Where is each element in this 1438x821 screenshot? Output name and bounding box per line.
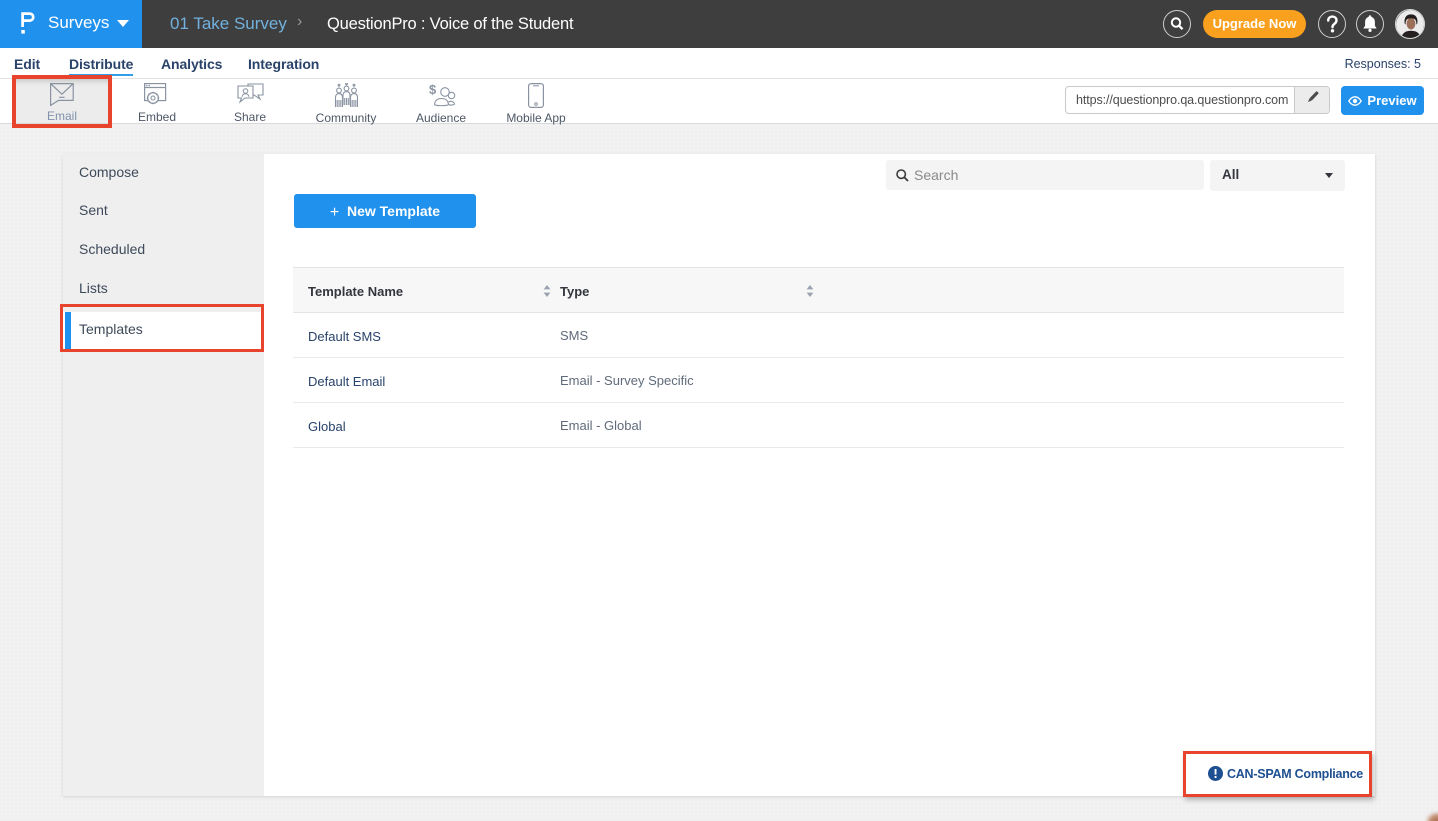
- svg-text:$: $: [429, 83, 437, 97]
